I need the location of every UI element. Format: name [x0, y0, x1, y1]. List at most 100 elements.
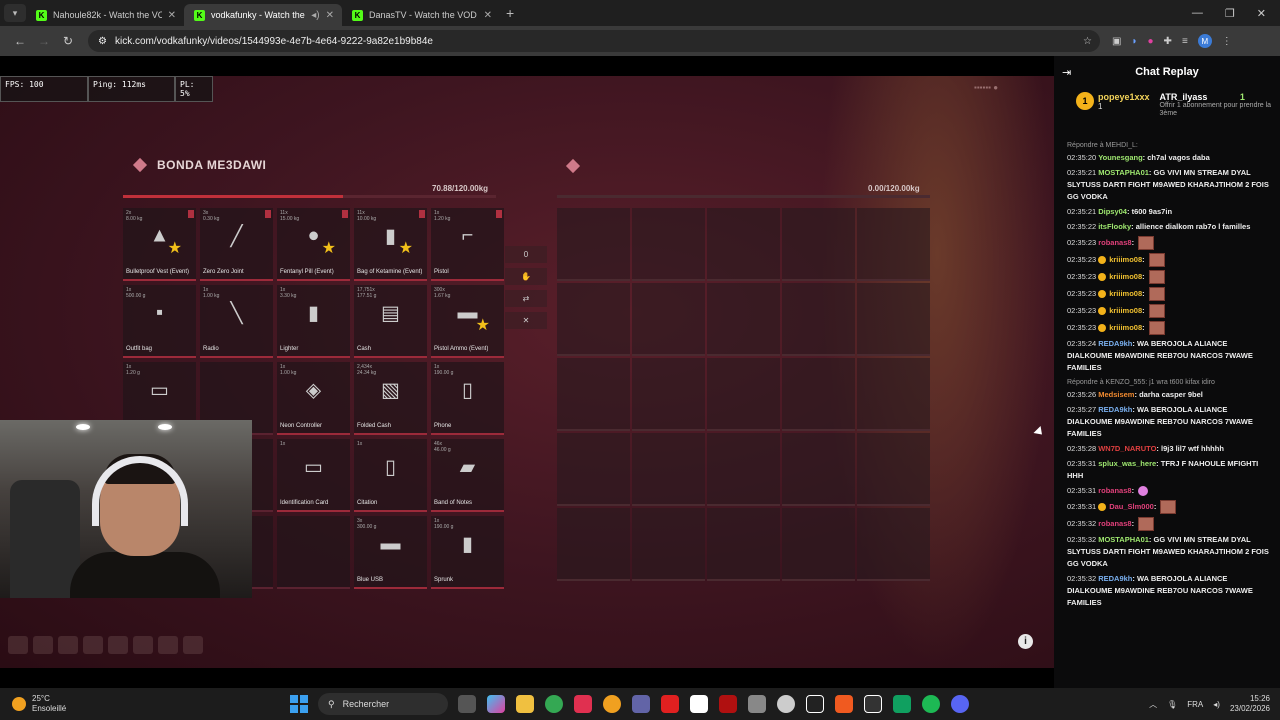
- ground-slot[interactable]: [557, 283, 630, 356]
- ground-slot[interactable]: [557, 358, 630, 431]
- tab-danastv[interactable]: K DanasTV - Watch the VOD on ✕: [342, 4, 500, 26]
- inventory-slot[interactable]: 1x ▯ Citation: [354, 439, 427, 512]
- message-username[interactable]: MOSTAPHA01: [1098, 168, 1149, 177]
- media-icon[interactable]: ≡: [1182, 36, 1188, 47]
- start-button[interactable]: [290, 695, 308, 713]
- message-username[interactable]: itsFlooky: [1098, 222, 1131, 231]
- message-username[interactable]: WN7D_NARUTO: [1098, 444, 1156, 453]
- message-username[interactable]: kriiimo08: [1109, 323, 1142, 332]
- tab-nahoule[interactable]: K Nahoule82k - Watch the VOD on ✕: [26, 4, 184, 26]
- app-icon[interactable]: [893, 695, 911, 713]
- second-gifter[interactable]: ATR_ilyass 1 Offrir 1 abonnement pour pr…: [1160, 92, 1272, 140]
- minimize-icon[interactable]: —: [1192, 7, 1203, 20]
- close-tab-icon[interactable]: ✕: [484, 10, 492, 21]
- discord-icon[interactable]: [951, 695, 969, 713]
- message-username[interactable]: REDA9kh: [1098, 574, 1132, 583]
- inventory-slot[interactable]: 11x 10.00 kg ▮ ★ Bag of Ketamine (Event): [354, 208, 427, 281]
- message-username[interactable]: robanas8: [1098, 519, 1131, 528]
- brave-icon[interactable]: [835, 695, 853, 713]
- restore-icon[interactable]: ❐: [1225, 7, 1235, 20]
- ground-slot[interactable]: [632, 358, 705, 431]
- tab-search-icon[interactable]: ▾: [4, 4, 26, 22]
- inventory-slot[interactable]: 3x 0.30 kg ╱ Zero Zero Joint: [200, 208, 273, 281]
- clock[interactable]: 15:26 23/02/2026: [1230, 694, 1270, 714]
- message-username[interactable]: kriiimo08: [1109, 255, 1142, 264]
- extension-icon[interactable]: ●: [1148, 36, 1154, 47]
- message-username[interactable]: robanas8: [1098, 486, 1131, 495]
- inventory-slot[interactable]: 1x ▭ Identification Card: [277, 439, 350, 512]
- site-info-icon[interactable]: ⚙: [98, 36, 107, 47]
- app-icon[interactable]: [864, 695, 882, 713]
- netflix-icon[interactable]: [719, 695, 737, 713]
- give-button[interactable]: ⇄: [505, 290, 547, 307]
- message-username[interactable]: kriiimo08: [1109, 289, 1142, 298]
- ground-slot[interactable]: [707, 433, 780, 506]
- inventory-slot[interactable]: 1x 1.00 kg ◈ Neon Controller: [277, 362, 350, 435]
- message-username[interactable]: splux_was_here: [1098, 459, 1156, 468]
- ground-slot[interactable]: [782, 208, 855, 281]
- app-icon[interactable]: [603, 695, 621, 713]
- task-view-icon[interactable]: [458, 695, 476, 713]
- profile-avatar[interactable]: M: [1197, 34, 1212, 48]
- app-icon[interactable]: [806, 695, 824, 713]
- ground-slot[interactable]: [782, 508, 855, 581]
- inventory-slot[interactable]: [277, 516, 350, 589]
- message-username[interactable]: Medsisem: [1098, 390, 1134, 399]
- app-icon[interactable]: [777, 695, 795, 713]
- chrome-icon[interactable]: [545, 695, 563, 713]
- message-username[interactable]: kriiimo08: [1109, 306, 1142, 315]
- language-indicator[interactable]: FRA: [1187, 700, 1203, 709]
- ground-slot[interactable]: [782, 283, 855, 356]
- ground-slot[interactable]: [857, 283, 930, 356]
- ground-slot[interactable]: [707, 283, 780, 356]
- address-bar[interactable]: ⚙ kick.com/vodkafunky/videos/1544993e-4e…: [88, 30, 1100, 52]
- more-menu-icon[interactable]: ⋮: [1222, 36, 1232, 47]
- app-icon[interactable]: [574, 695, 592, 713]
- ground-slot[interactable]: [857, 433, 930, 506]
- ground-slot[interactable]: [557, 208, 630, 281]
- ground-slot[interactable]: [707, 508, 780, 581]
- ground-slot[interactable]: [707, 208, 780, 281]
- inventory-slot[interactable]: 11x 15.00 kg ● ★ Fentanyl Pill (Event): [277, 208, 350, 281]
- microphone-icon[interactable]: 🎙: [1167, 700, 1177, 709]
- ground-slot[interactable]: [857, 508, 930, 581]
- close-inventory-button[interactable]: ✕: [505, 312, 547, 329]
- close-tab-icon[interactable]: ✕: [326, 10, 334, 21]
- ground-slot[interactable]: [557, 508, 630, 581]
- inventory-slot[interactable]: 1x 500.00 g ▪ Outfit bag: [123, 285, 196, 358]
- inventory-slot[interactable]: 1x 190.00 g ▯ Phone: [431, 362, 504, 435]
- extension-icon[interactable]: ◗: [1131, 36, 1137, 47]
- inventory-slot[interactable]: 1x 190.00 g ▮ Sprunk: [431, 516, 504, 589]
- copilot-icon[interactable]: [487, 695, 505, 713]
- extension-icon[interactable]: ▣: [1112, 36, 1121, 47]
- youtube-icon[interactable]: [661, 695, 679, 713]
- inventory-slot[interactable]: 46x 46.00 g ▰ Band of Notes: [431, 439, 504, 512]
- info-icon[interactable]: i: [1018, 634, 1033, 649]
- message-username[interactable]: Younesgang: [1098, 153, 1142, 162]
- inventory-slot[interactable]: 1x 3.30 kg ▮ Lighter: [277, 285, 350, 358]
- amount-input[interactable]: 0: [505, 246, 547, 263]
- app-icon[interactable]: [690, 695, 708, 713]
- chevron-up-icon[interactable]: ︿: [1149, 699, 1157, 710]
- message-username[interactable]: kriiimo08: [1109, 272, 1142, 281]
- ground-slot[interactable]: [782, 433, 855, 506]
- forward-icon[interactable]: →: [32, 34, 56, 48]
- close-window-icon[interactable]: ✕: [1257, 7, 1266, 20]
- inventory-slot[interactable]: 2,434x 24.34 kg ▧ Folded Cash: [354, 362, 427, 435]
- reload-icon[interactable]: ↻: [56, 34, 80, 48]
- ground-slot[interactable]: [632, 433, 705, 506]
- back-icon[interactable]: ←: [8, 34, 32, 48]
- message-username[interactable]: REDA9kh: [1098, 405, 1132, 414]
- inventory-slot[interactable]: 1x 1.20 kg ⌐ Pistol: [431, 208, 504, 281]
- inventory-slot[interactable]: 2x 8.00 kg ▲ ★ Bulletproof Vest (Event): [123, 208, 196, 281]
- new-tab-button[interactable]: +: [506, 5, 514, 21]
- message-username[interactable]: Dau_Slm000: [1109, 502, 1154, 511]
- ground-slot[interactable]: [632, 208, 705, 281]
- speaker-icon[interactable]: ◂): [311, 10, 319, 21]
- puzzle-icon[interactable]: ✚: [1164, 36, 1172, 47]
- message-username[interactable]: robanas8: [1098, 238, 1131, 247]
- bookmark-star-icon[interactable]: ☆: [1083, 36, 1092, 47]
- ground-slot[interactable]: [632, 508, 705, 581]
- inventory-slot[interactable]: 1x 1.00 kg ╲ Radio: [200, 285, 273, 358]
- ground-slot[interactable]: [632, 283, 705, 356]
